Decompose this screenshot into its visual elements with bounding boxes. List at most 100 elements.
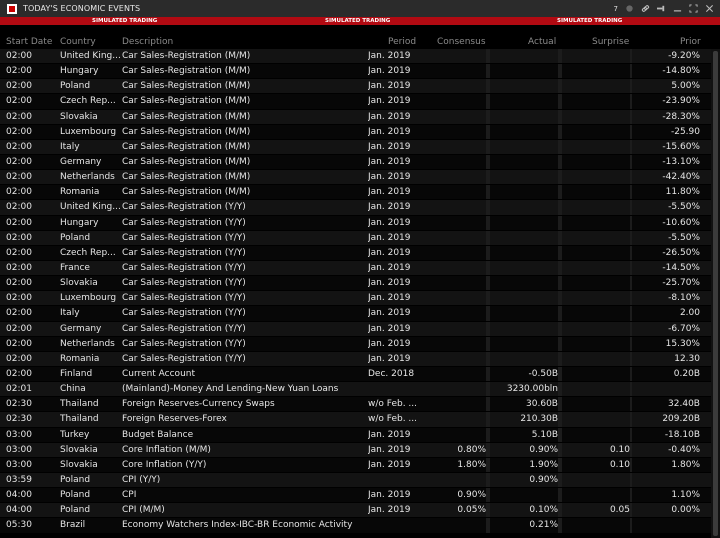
table-row[interactable]: 02:00 Poland Car Sales-Registration (Y/Y) J… (0, 230, 711, 246)
table-row[interactable]: 02:00 Hungary Car Sales-Registration (Y/Y)… (0, 215, 711, 231)
minimize-icon[interactable] (673, 4, 682, 13)
column-separator (558, 276, 562, 291)
table-row[interactable]: 02:00 Luxembourg Car Sales-Registration (Y… (0, 291, 711, 307)
title-bar-controls: 7 (614, 0, 714, 17)
column-separator (558, 109, 562, 124)
column-separator (558, 215, 562, 230)
cell-start-date: 03:00 (6, 459, 32, 470)
cell-period: Jan. 2019 (368, 217, 411, 228)
column-separator (630, 518, 632, 533)
close-icon[interactable] (705, 4, 714, 13)
table-row[interactable]: 02:00 Germany Car Sales-Registration (M/M)… (0, 154, 711, 171)
cell-surprise: 0.10 (609, 459, 630, 470)
table-row[interactable]: 02:00 Slovakia Car Sales-Registration (Y/Y… (0, 276, 711, 292)
table-row[interactable]: 02:00 Romania Car Sales-Registration (M/M)… (0, 185, 711, 201)
column-header-actual[interactable]: Actual (528, 37, 556, 47)
column-separator (558, 139, 562, 154)
table-row[interactable]: 03:59 Poland CPI (Y/Y) 0.90% (0, 472, 711, 489)
title-bar: TODAY'S ECONOMIC EVENTS 7 (0, 0, 720, 17)
cell-country: Luxembourg (60, 293, 117, 304)
table-row[interactable]: 04:00 Poland CPI (M/M) Jan. 2019 0.05% 0.10% 0… (0, 503, 711, 519)
table-row[interactable]: 02:00 Luxembourg Car Sales-Registration (M… (0, 124, 711, 140)
table-row[interactable]: 05:30 Brazil Economy Watchers Index-IBC-BR… (0, 518, 711, 534)
table-row[interactable]: 03:00 Slovakia Core Inflation (Y/Y) Jan. 20… (0, 457, 711, 473)
column-separator (486, 124, 490, 139)
table-row[interactable]: 02:00 Finland Current Account Dec. 2018 -0.5… (0, 366, 711, 383)
cell-country: Poland (60, 490, 91, 501)
table-row[interactable]: 02:00 United King... Car Sales-Registratio… (0, 49, 711, 65)
column-separator (558, 382, 562, 397)
cell-period: Jan. 2019 (368, 323, 411, 334)
cell-description: Car Sales-Registration (M/M) (122, 81, 251, 92)
column-header-country[interactable]: Country (60, 37, 96, 47)
table-row[interactable]: 02:00 Romania Car Sales-Registration (Y/Y)… (0, 351, 711, 367)
cell-description: Car Sales-Registration (M/M) (122, 126, 251, 137)
column-header-description[interactable]: Description (122, 37, 173, 47)
table-row[interactable]: 02:00 France Car Sales-Registration (Y/Y) J… (0, 260, 711, 277)
cell-country: China (60, 384, 86, 395)
column-separator (558, 472, 562, 488)
cell-start-date: 04:00 (6, 505, 32, 516)
sync-dot-icon[interactable] (625, 4, 634, 13)
table-row[interactable]: 02:00 Slovakia Car Sales-Registration (M/M… (0, 109, 711, 125)
cell-prior: 2.00 (679, 308, 700, 319)
cell-description: Core Inflation (M/M) (122, 444, 211, 455)
cell-period: Jan. 2019 (368, 66, 411, 77)
column-header-prior[interactable]: Prior (680, 37, 701, 47)
scrollbar-thumb[interactable] (713, 51, 718, 536)
cell-start-date: 02:00 (6, 217, 32, 228)
simulated-trading-banner: SIMULATED TRADING SIMULATED TRADING SIMU… (0, 17, 720, 25)
table-row[interactable]: 02:30 Thailand Foreign Reserves-Forex w/o F… (0, 412, 711, 428)
table-row[interactable]: 02:00 Italy Car Sales-Registration (M/M) Ja… (0, 139, 711, 155)
pin-icon[interactable] (657, 4, 666, 13)
column-separator (486, 488, 490, 503)
cell-description: Current Account (122, 368, 196, 379)
cell-prior: 0.20B (673, 368, 700, 379)
column-header-surprise[interactable]: Surprise (592, 37, 629, 47)
table-row[interactable]: 02:00 Netherlands Car Sales-Registration (… (0, 336, 711, 352)
vertical-scrollbar[interactable] (711, 49, 720, 538)
table-row[interactable]: 03:00 Slovakia Core Inflation (M/M) Jan. 20… (0, 442, 711, 458)
column-separator (558, 230, 562, 245)
column-separator (630, 472, 632, 488)
table-row[interactable]: 03:00 Turkey Budget Balance Jan. 2019 5.10B -… (0, 427, 711, 443)
cell-prior: 15.30% (665, 338, 700, 349)
table-row[interactable]: 02:00 Germany Car Sales-Registration (Y/Y)… (0, 321, 711, 337)
cell-surprise: 0.05 (609, 505, 630, 516)
table-row[interactable]: 02:30 Thailand Foreign Reserves-Currency S… (0, 397, 711, 413)
column-separator (558, 185, 562, 200)
column-header-start-date[interactable]: Start Date (6, 37, 52, 47)
cell-period: Jan. 2019 (368, 172, 411, 183)
table-row[interactable]: 02:00 Czech Rep... Car Sales-Registration … (0, 94, 711, 110)
table-row[interactable]: 04:00 Poland CPI Jan. 2019 0.90% 1.10% (0, 488, 711, 504)
column-separator (486, 276, 490, 291)
column-header-consensus[interactable]: Consensus (437, 37, 486, 47)
link-icon[interactable] (641, 4, 650, 13)
group-number[interactable]: 7 (614, 5, 618, 13)
cell-prior: 209.20B (662, 414, 700, 425)
cell-actual: -0.50B (528, 368, 558, 379)
table-row[interactable]: 02:00 Netherlands Car Sales-Registration (… (0, 170, 711, 186)
table-row[interactable]: 02:00 United King... Car Sales-Registratio… (0, 200, 711, 216)
column-separator (486, 351, 490, 366)
cell-start-date: 02:00 (6, 293, 32, 304)
cell-start-date: 04:00 (6, 490, 32, 501)
column-separator (486, 170, 490, 185)
maximize-icon[interactable] (689, 4, 698, 13)
table-row[interactable]: 02:01 China (Mainland)-Money And Lending-N… (0, 382, 711, 398)
window-title: TODAY'S ECONOMIC EVENTS (23, 4, 141, 13)
table-row[interactable]: 02:00 Hungary Car Sales-Registration (M/M)… (0, 64, 711, 80)
cell-description: Car Sales-Registration (M/M) (122, 111, 251, 122)
column-separator (558, 124, 562, 139)
cell-start-date: 02:00 (6, 81, 32, 92)
cell-period: Dec. 2018 (368, 368, 415, 379)
column-header-period[interactable]: Period (388, 37, 416, 47)
cell-description: CPI (Y/Y) (122, 474, 161, 485)
table-row[interactable]: 02:00 Italy Car Sales-Registration (Y/Y) Ja… (0, 306, 711, 322)
events-table: 02:00 United King... Car Sales-Registratio… (0, 49, 711, 534)
cell-country: Luxembourg (60, 126, 117, 137)
table-row[interactable]: 02:00 Poland Car Sales-Registration (M/M) J… (0, 79, 711, 95)
table-row[interactable]: 02:00 Czech Rep... Car Sales-Registration … (0, 245, 711, 261)
cell-description: Car Sales-Registration (M/M) (122, 172, 251, 183)
cell-start-date: 02:00 (6, 368, 32, 379)
